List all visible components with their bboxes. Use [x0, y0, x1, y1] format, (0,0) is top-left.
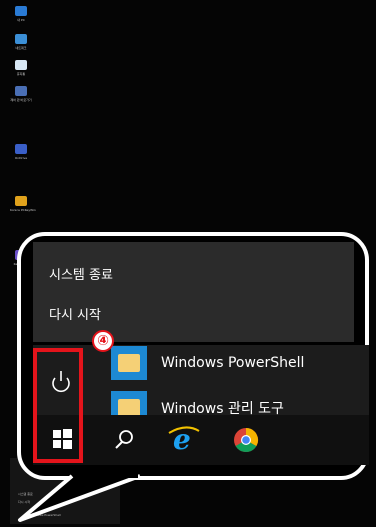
restart-menu-item[interactable]: 다시 시작 — [49, 304, 101, 323]
power-menu: 시스템 종료 다시 시작 — [33, 242, 354, 342]
taskbar-icons: e — [53, 423, 259, 456]
chrome-icon[interactable] — [234, 428, 259, 453]
folder-icon — [111, 346, 147, 380]
internet-explorer-icon[interactable]: e — [168, 423, 200, 456]
power-button-highlight — [33, 348, 83, 463]
step-number-badge: ④ — [92, 330, 114, 352]
app-name: Windows PowerShell — [161, 355, 305, 371]
taskbar: e — [33, 415, 369, 465]
shutdown-menu-item[interactable]: 시스템 종료 — [49, 264, 113, 283]
app-list-item[interactable]: Windows PowerShell — [111, 346, 305, 380]
start-menu-app-list: Windows PowerShell Windows 관리 도구 — [93, 345, 369, 425]
search-icon[interactable] — [115, 430, 133, 449]
